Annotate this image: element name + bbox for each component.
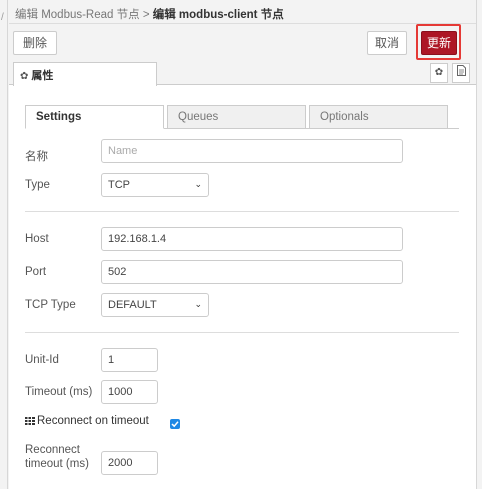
type-select-value: TCP bbox=[108, 179, 130, 191]
subtab-settings[interactable]: Settings bbox=[25, 105, 164, 129]
delete-button[interactable]: 删除 bbox=[13, 31, 57, 55]
edge-mark: / bbox=[1, 12, 4, 23]
reconnect-timeout-input[interactable]: 2000 bbox=[101, 451, 158, 475]
unit-id-input[interactable]: 1 bbox=[101, 348, 158, 372]
subtab-bar: Settings Queues Optionals bbox=[25, 105, 459, 129]
reconnect-on-timeout-label: Reconnect on timeout bbox=[25, 415, 149, 427]
gear-icon: ✿ bbox=[20, 71, 29, 82]
reconnect-timeout-label-line2: timeout (ms) bbox=[25, 458, 89, 470]
timeout-label: Timeout (ms) bbox=[25, 386, 93, 398]
tcp-type-select[interactable]: DEFAULT ⌄ bbox=[101, 293, 209, 317]
tray-tabbar: ✿ 属性 ✿ bbox=[9, 62, 476, 86]
cancel-button[interactable]: 取消 bbox=[367, 31, 407, 55]
breadcrumb: 编辑 Modbus-Read 节点 > 编辑 modbus-client 节点 bbox=[9, 0, 476, 24]
breadcrumb-parent[interactable]: 编辑 Modbus-Read 节点 > bbox=[15, 9, 153, 21]
edit-tray: 编辑 Modbus-Read 节点 > 编辑 modbus-client 节点 … bbox=[9, 0, 476, 489]
port-label: Port bbox=[25, 266, 47, 278]
port-input[interactable]: 502 bbox=[101, 260, 403, 284]
reconnect-timeout-label-line1: Reconnect bbox=[25, 444, 80, 456]
tab-properties[interactable]: ✿ 属性 bbox=[13, 62, 157, 86]
settings-gear-button[interactable]: ✿ bbox=[430, 63, 448, 83]
left-panel-edge: / bbox=[0, 0, 8, 489]
grid-icon bbox=[25, 417, 35, 425]
reconnect-on-timeout-text: Reconnect on timeout bbox=[37, 415, 149, 427]
section-divider bbox=[25, 332, 459, 333]
type-label: Type bbox=[25, 179, 50, 191]
host-label: Host bbox=[25, 233, 49, 245]
update-button[interactable]: 更新 bbox=[421, 31, 457, 55]
tcp-type-select-value: DEFAULT bbox=[108, 299, 157, 311]
section-divider bbox=[25, 211, 459, 212]
gear-icon: ✿ bbox=[434, 67, 444, 78]
name-input[interactable]: Name bbox=[101, 139, 403, 163]
document-icon bbox=[456, 65, 466, 76]
timeout-input[interactable]: 1000 bbox=[101, 380, 158, 404]
subtab-optionals[interactable]: Optionals bbox=[309, 105, 448, 129]
checkmark-icon bbox=[171, 421, 179, 428]
name-label: 名称 bbox=[25, 151, 48, 163]
description-button[interactable] bbox=[452, 63, 470, 83]
tray-toolbar: 删除 取消 更新 bbox=[9, 24, 476, 64]
breadcrumb-current: 编辑 modbus-client 节点 bbox=[152, 9, 284, 21]
subtab-queues[interactable]: Queues bbox=[167, 105, 306, 129]
type-select[interactable]: TCP ⌄ bbox=[101, 173, 209, 197]
reconnect-on-timeout-checkbox[interactable] bbox=[170, 419, 180, 429]
right-scrollbar-edge[interactable] bbox=[476, 0, 482, 489]
reconnect-timeout-label: Reconnect timeout (ms) bbox=[25, 443, 89, 471]
chevron-down-icon: ⌄ bbox=[194, 299, 202, 309]
tcp-type-label: TCP Type bbox=[25, 299, 76, 311]
tray-content: Settings Queues Optionals 名称 Name Type T… bbox=[9, 86, 476, 489]
tab-properties-label: 属性 bbox=[31, 70, 54, 82]
chevron-down-icon: ⌄ bbox=[194, 179, 202, 189]
host-input[interactable]: 192.168.1.4 bbox=[101, 227, 403, 251]
unit-id-label: Unit-Id bbox=[25, 354, 59, 366]
